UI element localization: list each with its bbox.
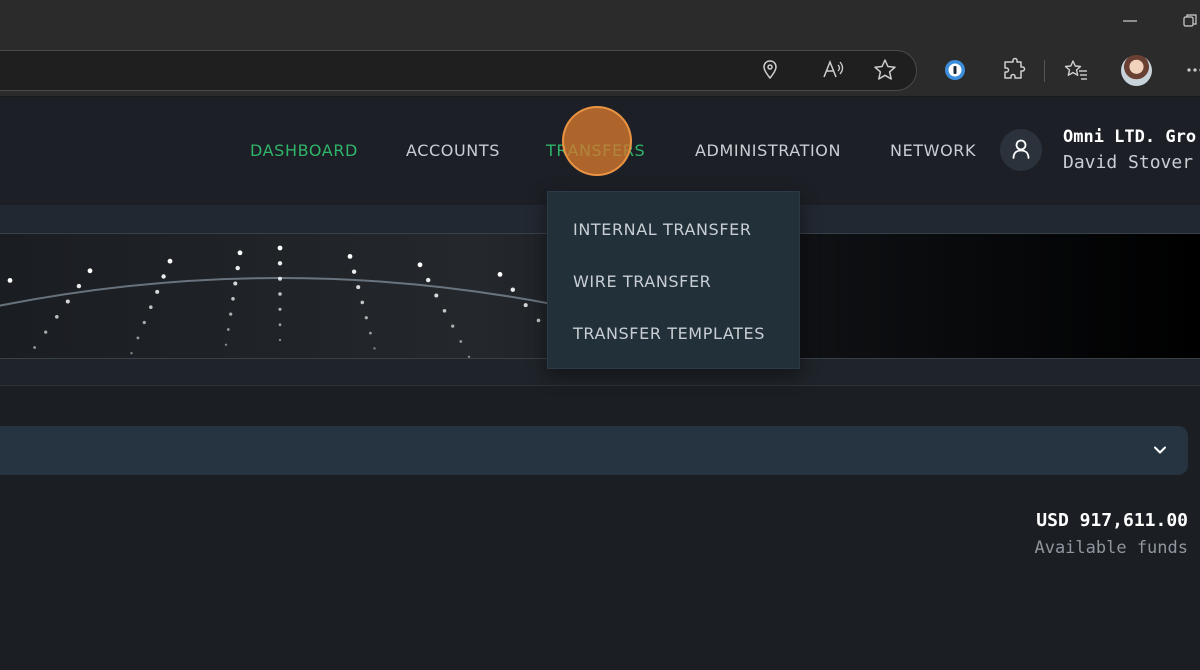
globe-dot bbox=[149, 305, 153, 309]
globe-dot bbox=[278, 307, 282, 311]
globe-dot bbox=[278, 276, 282, 281]
globe-dot bbox=[229, 312, 233, 316]
nav-transfers[interactable]: TRANSFERS bbox=[546, 141, 645, 160]
globe-dot bbox=[356, 285, 361, 290]
globe-dot bbox=[277, 245, 283, 251]
globe-dot bbox=[278, 292, 282, 296]
globe-dot bbox=[87, 268, 93, 274]
globe-dot bbox=[167, 258, 173, 264]
globe-dot bbox=[130, 352, 133, 355]
menu-item-wire-transfer[interactable]: WIRE TRANSFER bbox=[573, 272, 711, 291]
nav-administration[interactable]: ADMINISTRATION bbox=[695, 141, 841, 160]
globe-dot bbox=[55, 315, 59, 319]
globe-dot bbox=[523, 303, 528, 308]
user-name: David Stover bbox=[1063, 152, 1194, 173]
browser-titlebar bbox=[0, 0, 1200, 42]
available-balance: USD 917,611.00 bbox=[1036, 510, 1188, 531]
globe-dot bbox=[233, 281, 238, 286]
globe-dot bbox=[277, 261, 283, 266]
available-funds-label: Available funds bbox=[1034, 538, 1188, 558]
globe-dot bbox=[44, 330, 48, 334]
chevron-down-icon[interactable] bbox=[1152, 442, 1168, 458]
globe-dot bbox=[360, 300, 365, 305]
nav-dashboard[interactable]: DASHBOARD bbox=[250, 141, 358, 160]
globe-dot bbox=[224, 343, 228, 346]
nav-accounts[interactable]: ACCOUNTS bbox=[406, 141, 500, 160]
password-manager-icon[interactable] bbox=[942, 57, 968, 83]
globe-dot bbox=[278, 338, 282, 342]
globe-dot bbox=[459, 340, 463, 343]
globe-dot bbox=[373, 347, 376, 350]
transfers-dropdown-menu: INTERNAL TRANSFER WIRE TRANSFER TRANSFER… bbox=[547, 191, 800, 369]
globe-dot bbox=[155, 289, 160, 294]
globe-dot bbox=[226, 328, 230, 331]
globe-dot bbox=[136, 336, 140, 340]
read-aloud-icon[interactable] bbox=[820, 57, 846, 83]
globe-dot bbox=[417, 262, 423, 268]
globe-dot bbox=[347, 254, 353, 259]
globe-dot bbox=[161, 274, 166, 279]
globe-dot bbox=[76, 283, 82, 289]
globe-dot bbox=[237, 250, 243, 256]
globe-dot bbox=[235, 265, 240, 271]
globe-dot bbox=[231, 297, 235, 301]
toolbar-separator bbox=[1044, 60, 1045, 82]
globe-dot bbox=[364, 316, 368, 320]
location-icon[interactable] bbox=[757, 57, 783, 83]
globe-dot bbox=[33, 346, 36, 349]
globe-dot bbox=[536, 318, 541, 323]
globe-dot bbox=[278, 323, 282, 327]
browser-toolbar bbox=[0, 42, 1200, 97]
organization-name: Omni LTD. Gro bbox=[1063, 127, 1197, 147]
globe-dot bbox=[426, 277, 431, 283]
extensions-icon[interactable] bbox=[1000, 57, 1026, 83]
minimize-icon[interactable] bbox=[1116, 8, 1144, 34]
globe-dot bbox=[442, 309, 447, 313]
globe-dot bbox=[142, 320, 146, 325]
globe-dot bbox=[369, 331, 372, 335]
favorite-star-icon[interactable] bbox=[872, 57, 898, 83]
globe-dot bbox=[7, 278, 13, 283]
nav-network[interactable]: NETWORK bbox=[890, 141, 976, 160]
globe-dot bbox=[65, 299, 70, 304]
globe-dot bbox=[467, 355, 471, 358]
account-selector[interactable] bbox=[0, 426, 1188, 475]
globe-dot bbox=[510, 287, 515, 292]
globe-dot bbox=[497, 272, 503, 277]
globe-dot bbox=[451, 324, 455, 328]
globe-dot bbox=[351, 269, 357, 274]
more-icon[interactable] bbox=[1180, 57, 1200, 83]
user-avatar-icon[interactable] bbox=[1000, 129, 1042, 171]
restore-icon[interactable] bbox=[1176, 8, 1200, 34]
menu-item-transfer-templates[interactable]: TRANSFER TEMPLATES bbox=[573, 324, 765, 343]
favorites-icon[interactable] bbox=[1063, 57, 1089, 83]
menu-item-internal-transfer[interactable]: INTERNAL TRANSFER bbox=[573, 220, 752, 239]
globe-dot bbox=[434, 293, 439, 298]
profile-avatar[interactable] bbox=[1121, 55, 1152, 86]
